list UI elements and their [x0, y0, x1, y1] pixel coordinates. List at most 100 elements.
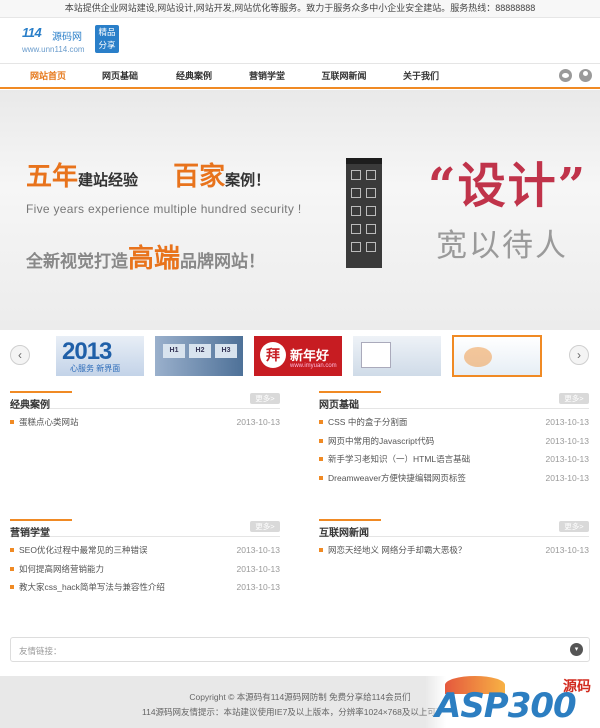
section-header: 营销学堂 更多>	[10, 519, 280, 539]
list-item-title[interactable]: 蛋糕点心类网站	[19, 413, 79, 432]
carousel-thumb-3[interactable]: 拜 新年好 www.imyuan.com	[254, 336, 342, 376]
hero-banner[interactable]: 五年建站经验 百家案例！ Five years experience multi…	[0, 90, 600, 330]
carousel-thumb-5-selected[interactable]	[452, 335, 542, 377]
list-item-title[interactable]: 网恋天经地义 网络分手却霸大恶极？	[328, 541, 466, 560]
logo-url: www.unn114.com	[22, 45, 85, 54]
more-button[interactable]: 更多>	[559, 393, 589, 404]
logo-badge: 精品 分享	[95, 25, 119, 53]
list-item-title[interactable]: 网页中常用的Javascript代码	[328, 432, 434, 451]
carousel-thumb-4[interactable]	[353, 336, 441, 376]
banner-headline: 五年建站经验 百家案例！	[26, 156, 270, 193]
nav-item-about[interactable]: 关于我们	[393, 64, 449, 88]
list-item[interactable]: Dreamweaver方便快捷编辑网页标签 2013-10-13	[319, 469, 589, 488]
banner-slogan-c: 品牌网站！	[180, 252, 266, 271]
thumb-2-h2: H2	[189, 344, 211, 358]
site-logo[interactable]: 114 源码网 www.unn114.com 精品 分享	[22, 23, 142, 59]
list-item-date: 2013-10-13	[236, 545, 280, 555]
nav-item-home[interactable]: 网站首页	[20, 64, 76, 88]
list-item[interactable]: 网恋天经地义 网络分手却霸大恶极？ 2013-10-13	[319, 541, 589, 560]
list-item-date: 2013-10-13	[236, 417, 280, 427]
banner-experience: 建站经验	[78, 172, 139, 189]
banner-five-years: 五年	[26, 161, 79, 191]
banner-english: Five years experience multiple hundred s…	[26, 202, 302, 216]
list-item-title[interactable]: 如何提高网络营销能力	[19, 560, 104, 579]
banner-slogan-a: 全新视觉打造	[26, 252, 128, 271]
carousel-next-button[interactable]: ›	[569, 345, 589, 365]
nav-item-cases[interactable]: 经典案例	[166, 64, 222, 88]
list-item[interactable]: 如何提高网络营销能力 2013-10-13	[10, 560, 280, 579]
thumb-3-seal: 拜	[260, 342, 286, 368]
list-item-date: 2013-10-13	[545, 417, 589, 427]
section-marketing: 营销学堂 更多> SEO优化过程中最常见的三种错误 2013-10-13 如何提…	[10, 519, 280, 597]
list-item-title[interactable]: 教大家css_hack简单写法与兼容性介绍	[19, 578, 165, 597]
friend-links-bar: 友情链接： ▾	[10, 637, 590, 662]
section-header: 网页基础 更多>	[319, 391, 589, 411]
section-classic-cases: 经典案例 更多> 蛋糕点心类网站 2013-10-13	[10, 391, 280, 432]
banner-slogan-b: 高端	[128, 243, 181, 273]
eye-icon[interactable]	[559, 69, 573, 82]
top-info-text: 本站提供企业网站建设,网站设计,网站开发,网站优化等服务。致力于服务众多中小企业…	[64, 3, 536, 13]
list-item-date: 2013-10-13	[236, 582, 280, 592]
thumb-3-url: www.imyuan.com	[290, 363, 337, 369]
toolbox-graphic	[346, 158, 382, 268]
asp300-watermark-logo: ASP300 源码	[425, 676, 600, 728]
section-web-basics: 网页基础 更多> CSS 中的盒子分割面 2013-10-13 网页中常用的Ja…	[319, 391, 589, 487]
section-title: 网页基础	[319, 400, 359, 411]
logo-name: 源码网	[52, 32, 82, 43]
thumb-1-year: 2013	[62, 338, 112, 365]
list-item[interactable]: CSS 中的盒子分割面 2013-10-13	[319, 413, 589, 432]
header: 114 源码网 www.unn114.com 精品 分享	[0, 18, 600, 63]
main-nav: 网站首页 网页基础 经典案例 营销学堂 互联网新闻 关于我们	[0, 63, 600, 89]
list-item-title[interactable]: 新手学习老知识（一）HTML语言基础	[328, 450, 470, 469]
banner-cases: 案例！	[225, 172, 271, 189]
more-button[interactable]: 更多>	[250, 393, 280, 404]
list-item-date: 2013-10-13	[545, 545, 589, 555]
thumb-2-h1: H1	[163, 344, 185, 358]
carousel-prev-button[interactable]: ‹	[10, 345, 30, 365]
list-item[interactable]: SEO优化过程中最常见的三种错误 2013-10-13	[10, 541, 280, 560]
list-item-date: 2013-10-13	[545, 435, 589, 446]
banner-motto: 宽以待人	[436, 228, 568, 263]
list-item-title[interactable]: CSS 中的盒子分割面	[328, 413, 407, 432]
badge-line-2: 分享	[98, 40, 116, 50]
more-button[interactable]: 更多>	[250, 521, 280, 532]
nav-item-news[interactable]: 互联网新闻	[315, 64, 373, 88]
banner-design-word: “设计”	[428, 158, 588, 214]
nav-icons	[555, 69, 592, 84]
user-icon[interactable]	[579, 69, 592, 82]
thumb-2-h3: H3	[215, 344, 237, 358]
carousel-thumb-2[interactable]: H1 H2 H3	[155, 336, 243, 376]
section-title: 营销学堂	[10, 528, 50, 539]
list-item[interactable]: 蛋糕点心类网站 2013-10-13	[10, 413, 280, 432]
section-header: 经典案例 更多>	[10, 391, 280, 411]
nav-item-basics[interactable]: 网页基础	[92, 64, 148, 88]
section-internet-news: 互联网新闻 更多> 网恋天经地义 网络分手却霸大恶极？ 2013-10-13	[319, 519, 589, 560]
more-button[interactable]: 更多>	[559, 521, 589, 532]
watermark-text: ASP300	[435, 686, 577, 726]
list-item[interactable]: 网页中常用的Javascript代码 2013-10-13	[319, 432, 589, 451]
banner-slogan: 全新视觉打造高端品牌网站！	[26, 238, 265, 275]
carousel-thumb-1[interactable]: 2013 心服务 新界面	[56, 336, 144, 376]
list-item[interactable]: 新手学习老知识（一）HTML语言基础 2013-10-13	[319, 450, 589, 469]
section-title: 互联网新闻	[319, 528, 369, 539]
list-item-title[interactable]: Dreamweaver方便快捷编辑网页标签	[328, 469, 466, 488]
top-info-bar: 本站提供企业网站建设,网站设计,网站开发,网站优化等服务。致力于服务众多中小企业…	[0, 0, 600, 18]
list-item[interactable]: 教大家css_hack简单写法与兼容性介绍 2013-10-13	[10, 578, 280, 597]
badge-line-1: 精品	[98, 27, 116, 37]
watermark-yuan: 源码	[563, 678, 591, 694]
thumb-3-greeting: 新年好	[290, 348, 330, 363]
list-item-date: 2013-10-13	[545, 454, 589, 464]
banner-hundred: 百家	[173, 161, 226, 191]
case-carousel: ‹ 2013 心服务 新界面 H1 H2 H3 拜 新年好 www.imyuan…	[0, 330, 600, 384]
list-item-title[interactable]: SEO优化过程中最常见的三种错误	[19, 541, 147, 560]
logo-number: 114	[22, 25, 42, 40]
section-title: 经典案例	[10, 400, 50, 411]
chevron-down-icon[interactable]: ▾	[570, 643, 583, 656]
thumb-1-caption: 心服务 新界面	[70, 364, 121, 373]
list-item-date: 2013-10-13	[545, 472, 589, 483]
friend-links-label: 友情链接：	[19, 646, 62, 656]
footer-notice: 114源码网友情提示：本站建议使用IE7及以上版本，分辨率1024×768及以上…	[142, 707, 442, 717]
nav-item-marketing[interactable]: 营销学堂	[239, 64, 295, 88]
list-item-date: 2013-10-13	[236, 563, 280, 574]
section-header: 互联网新闻 更多>	[319, 519, 589, 539]
